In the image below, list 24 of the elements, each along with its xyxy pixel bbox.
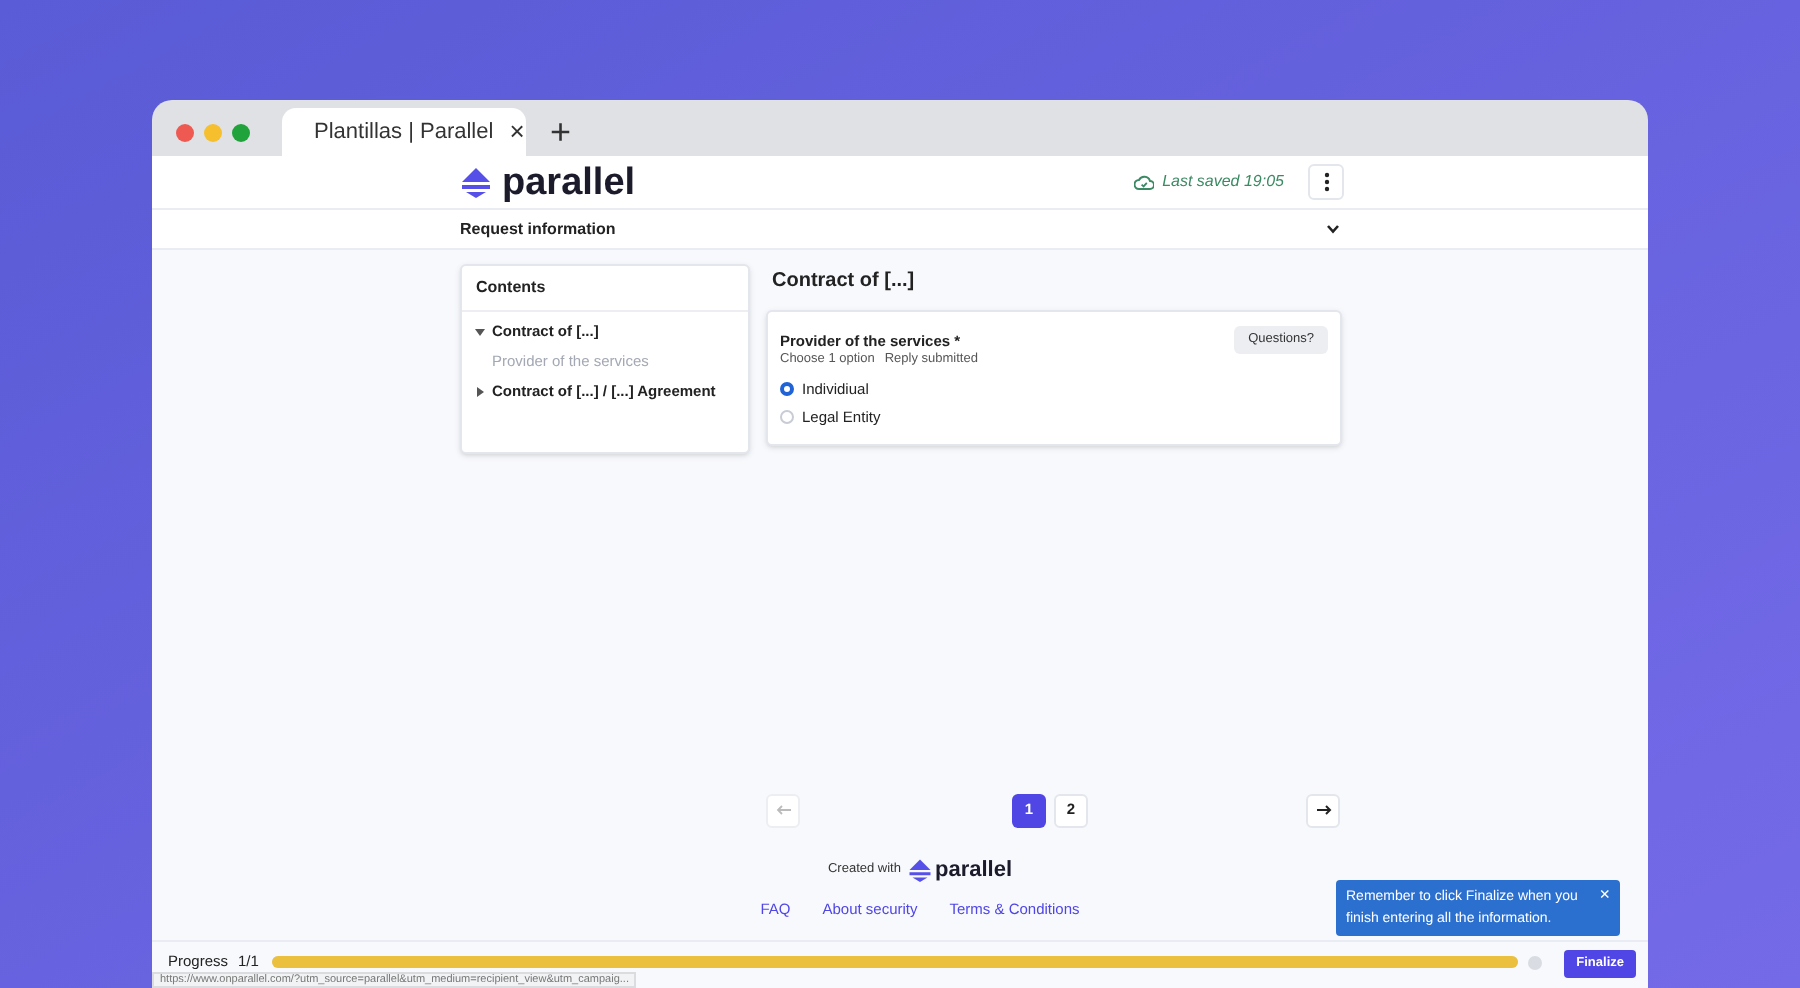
more-options-button[interactable] — [1308, 164, 1344, 200]
arrow-left-icon — [775, 804, 791, 816]
last-saved-text: Last saved 19:05 — [1162, 170, 1284, 194]
next-page-button[interactable] — [1306, 793, 1340, 827]
cloud-check-icon — [1134, 174, 1155, 190]
contents-title: Contents — [476, 276, 546, 300]
logo-text: parallel — [502, 163, 636, 201]
footer-logo-text: parallel — [934, 856, 1013, 886]
logo-icon — [460, 166, 492, 198]
close-tooltip-button[interactable]: × — [1599, 886, 1610, 930]
request-title: Request information — [460, 217, 616, 241]
more-vertical-icon — [1323, 172, 1329, 192]
tab-title: Plantillas | Parallel — [314, 117, 494, 148]
close-tab-button[interactable]: × — [509, 112, 525, 152]
arrow-right-icon — [1315, 804, 1331, 816]
close-window-icon[interactable] — [176, 123, 194, 141]
browser-tab[interactable]: Plantillas | Parallel × — [282, 108, 526, 156]
request-bar[interactable]: Request information — [152, 210, 1648, 250]
logo-icon — [908, 858, 933, 883]
page-title: Contract of [...] — [772, 268, 917, 296]
new-tab-button[interactable]: + — [550, 108, 572, 156]
maximize-window-icon[interactable] — [232, 123, 250, 141]
radio-button[interactable] — [780, 381, 794, 396]
previous-page-button[interactable] — [766, 793, 800, 827]
